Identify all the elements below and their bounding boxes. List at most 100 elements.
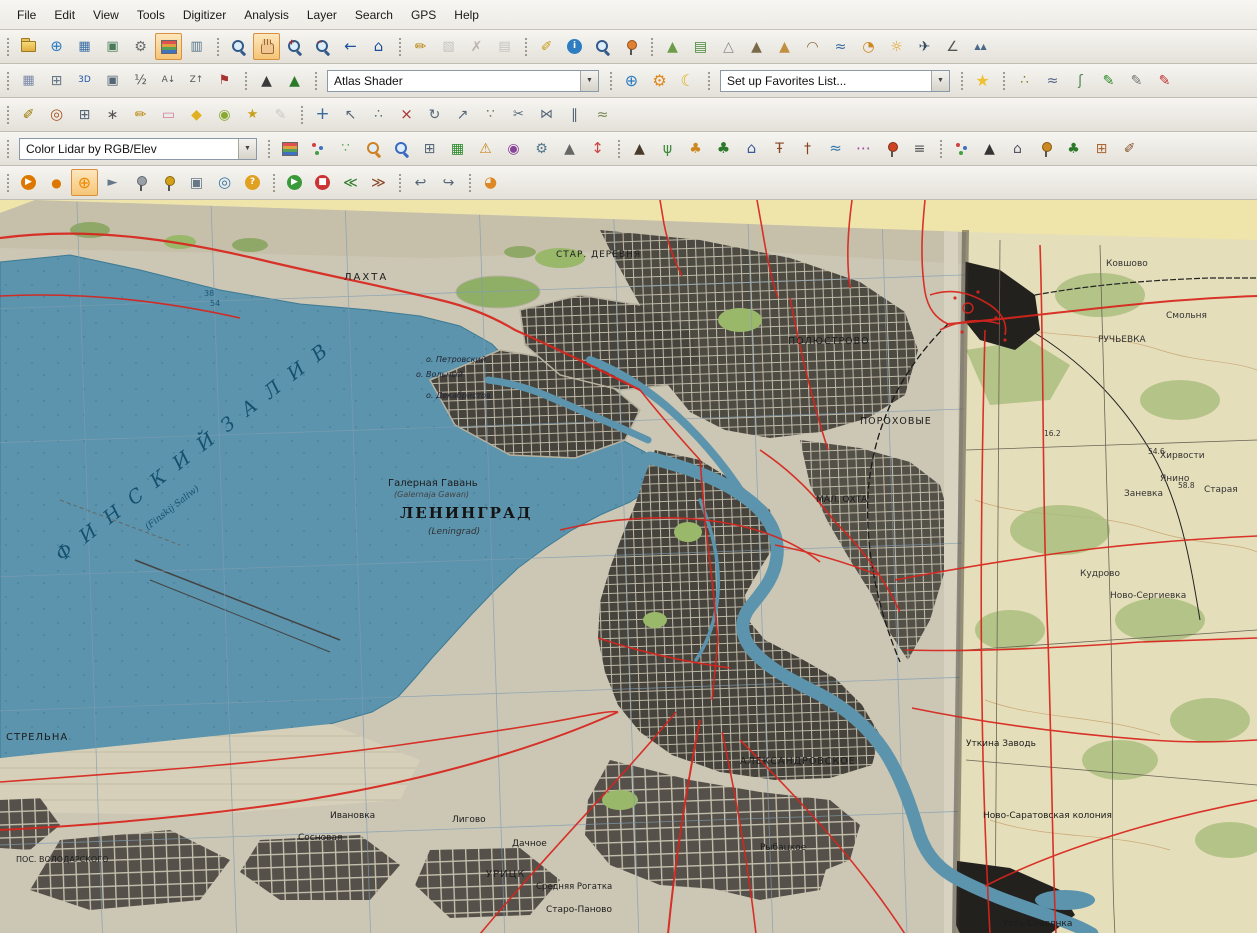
create-point-button[interactable]: ∗ [99, 101, 126, 128]
extract-trees-button[interactable]: ♣ [1060, 135, 1087, 162]
insert-vertex-button[interactable]: ∴ [365, 101, 392, 128]
sim-stop-button[interactable]: ■ [309, 169, 336, 196]
toolbar-grip[interactable] [6, 36, 10, 57]
classify-rail-button[interactable]: ≡ [906, 135, 933, 162]
gps-track-log-button[interactable]: ▣ [183, 169, 210, 196]
fly-through-button[interactable]: ✈ [911, 33, 938, 60]
scale-display-button[interactable]: ½ [127, 67, 154, 94]
map-viewport[interactable]: Ф И Н С К И Й З А Л И В (Finskij Saliw) ЛЕ… [0, 200, 1257, 933]
lidar-zoom-noise-button[interactable] [388, 135, 415, 162]
lidar-tiles-button[interactable]: ⊞ [1088, 135, 1115, 162]
open-file-button[interactable] [15, 33, 42, 60]
download-online-button[interactable]: ⊕ [43, 33, 70, 60]
toolbar-grip[interactable] [398, 172, 402, 193]
draw-red-pen-button[interactable]: ✎ [1151, 67, 1178, 94]
edit-grid-button[interactable]: ⊞ [43, 67, 70, 94]
rotate-feature-button[interactable]: ↻ [421, 101, 448, 128]
create-grid-button[interactable]: ⊞ [71, 101, 98, 128]
range-rings-button[interactable]: ◉ [211, 101, 238, 128]
menu-item-view[interactable]: View [84, 3, 128, 27]
extract-ground-button[interactable]: ▲ [976, 135, 1003, 162]
web-layers-button[interactable]: ⊕ [618, 67, 645, 94]
delete-vertex-button[interactable]: × [393, 101, 420, 128]
spline-draw-button[interactable]: ʃ [1067, 67, 1094, 94]
sim-faster-button[interactable]: ≫ [365, 169, 392, 196]
draw-green-pen-button[interactable]: ✎ [1095, 67, 1122, 94]
toolbar-grip[interactable] [6, 172, 10, 193]
menu-item-gps[interactable]: GPS [402, 3, 445, 27]
options-gear-button[interactable]: ⚙ [646, 67, 673, 94]
zoom-in-button[interactable]: + [281, 33, 308, 60]
gps-waypoint-button[interactable] [127, 169, 154, 196]
lidar-paint-button[interactable]: ✐ [1116, 135, 1143, 162]
lidar-compare-button[interactable]: ↕ [584, 135, 611, 162]
toolbar-grip[interactable] [6, 104, 10, 125]
classify-high-veg-button[interactable]: ♣ [710, 135, 737, 162]
capture-screen-button[interactable]: ▣ [99, 33, 126, 60]
map-canvas[interactable]: Ф И Н С К И Й З А Л И В(Finskij Saliw) ЛЕ… [0, 200, 1257, 933]
favorites-combo[interactable]: Set up Favorites List... ▼ [720, 69, 950, 92]
lidar-color-ramp-button[interactable] [276, 135, 303, 162]
classify-ground-button[interactable]: ▲ [626, 135, 653, 162]
toolbar-grip[interactable] [6, 138, 10, 159]
combine-features-button[interactable]: ⋈ [533, 101, 560, 128]
split-feature-button[interactable]: ✂ [505, 101, 532, 128]
combo-dropdown-arrow-icon[interactable]: ▼ [580, 70, 598, 91]
edit-vertices-button[interactable]: ✏ [127, 101, 154, 128]
save-workspace-button[interactable]: ▦ [71, 33, 98, 60]
view-3d-button[interactable]: 3D [71, 67, 98, 94]
classify-search-button[interactable] [878, 135, 905, 162]
snap-vertex-button[interactable]: ∵ [477, 101, 504, 128]
classify-med-veg-button[interactable]: ♣ [682, 135, 709, 162]
extract-points-button[interactable] [948, 135, 975, 162]
sim-play-button[interactable]: ▶ [281, 169, 308, 196]
extract-poi-button[interactable] [1032, 135, 1059, 162]
sort-ascending-button[interactable]: A↓ [155, 67, 182, 94]
menu-item-tools[interactable]: Tools [128, 3, 174, 27]
terrain-paint-button[interactable]: ▲ [771, 33, 798, 60]
pan-hand-button[interactable] [253, 33, 280, 60]
toolbar-grip[interactable] [216, 36, 220, 57]
toolbar-grip[interactable] [468, 172, 472, 193]
move-feature-button[interactable]: + [309, 101, 336, 128]
contour-generation-button[interactable]: ◠ [799, 33, 826, 60]
broadcast-tower-button[interactable]: ⚑ [211, 67, 238, 94]
combo-dropdown-arrow-icon[interactable]: ▼ [931, 70, 949, 91]
scale-feature-button[interactable]: ↗ [449, 101, 476, 128]
toolbar-grip[interactable] [6, 70, 10, 91]
create-tin-button[interactable]: △ [715, 33, 742, 60]
digitizer-tool-button[interactable]: ✏ [407, 33, 434, 60]
daylight-shading-button[interactable]: ☼ [883, 33, 910, 60]
classify-water-button[interactable]: ≈ [822, 135, 849, 162]
combo-dropdown-arrow-icon[interactable]: ▼ [238, 138, 256, 159]
shader-options-button[interactable]: ▲ [659, 33, 686, 60]
map-catalog-button[interactable]: ▦ [15, 67, 42, 94]
toolbar-grip[interactable] [609, 70, 613, 91]
hillshade-button[interactable]: ▲ [281, 67, 308, 94]
lidar-qc-button[interactable]: ⚠ [472, 135, 499, 162]
night-shade-button[interactable]: ☾ [674, 67, 701, 94]
eraser-button[interactable]: ▭ [155, 101, 182, 128]
toolbar-grip[interactable] [939, 138, 943, 159]
toolbar-grip[interactable] [707, 70, 711, 91]
gps-start-button[interactable]: ▶ [15, 169, 42, 196]
auto-trace-button[interactable]: ★ [239, 101, 266, 128]
menu-item-layer[interactable]: Layer [298, 3, 346, 27]
dual-view-button[interactable]: ▣ [99, 67, 126, 94]
menu-item-analysis[interactable]: Analysis [235, 3, 298, 27]
toolbar-grip[interactable] [1002, 70, 1006, 91]
menu-item-digitizer[interactable]: Digitizer [174, 3, 235, 27]
select-features-button[interactable]: ▧ [435, 33, 462, 60]
lidar-draw-points-button[interactable] [304, 135, 331, 162]
view-3d-terrain-button[interactable]: ▲▲ [967, 33, 994, 60]
elevation-layers-button[interactable]: ▤ [687, 33, 714, 60]
extract-buildings-button[interactable]: ⌂ [1004, 135, 1031, 162]
toolbar-grip[interactable] [267, 138, 271, 159]
toolbar-grip[interactable] [650, 36, 654, 57]
gps-mark-waypoint-button[interactable] [155, 169, 182, 196]
full-extent-button[interactable]: ⌂ [365, 33, 392, 60]
toolbar-grip[interactable] [314, 70, 318, 91]
classify-pole-button[interactable]: † [794, 135, 821, 162]
parallel-copy-button[interactable]: ∥ [561, 101, 588, 128]
shader-combo[interactable]: Atlas Shader ▼ [327, 69, 599, 92]
